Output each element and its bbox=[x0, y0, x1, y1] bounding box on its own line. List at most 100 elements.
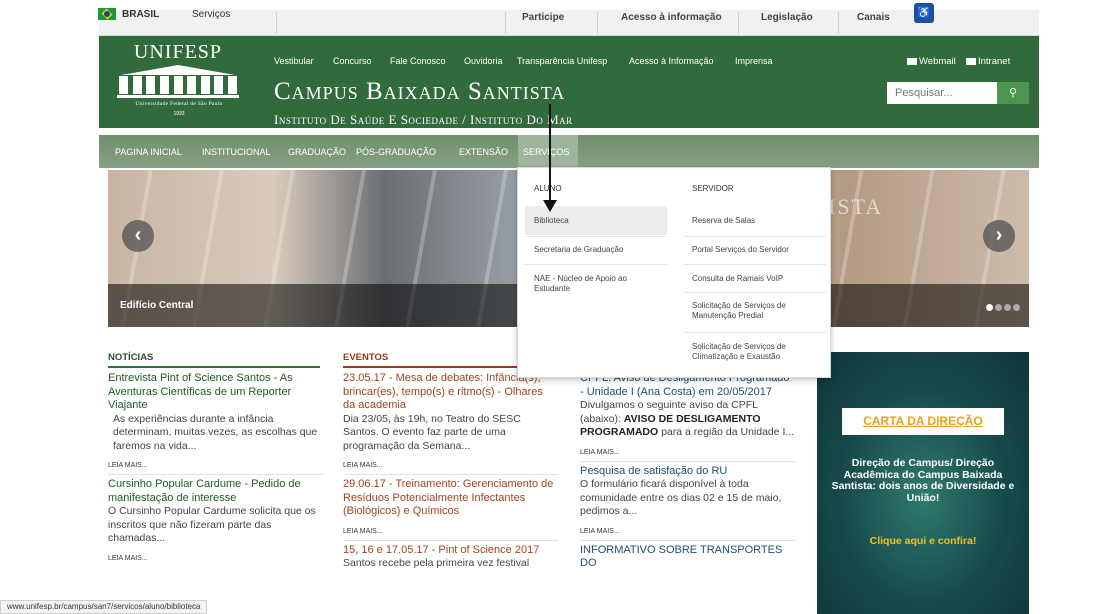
news-excerpt: O Cursinho Popular Cardume solicita que … bbox=[108, 505, 316, 544]
dropdown-item-portal-servidor[interactable]: Portal Serviços do Servidor bbox=[692, 245, 789, 255]
topnav-transparencia[interactable]: Transparência Unifesp bbox=[517, 56, 607, 66]
gov-brasil-link[interactable]: BRASIL bbox=[122, 9, 159, 20]
event-title[interactable]: 23.05.17 - Mesa de debates: Infância(s),… bbox=[343, 372, 558, 413]
intranet-label: Intranet bbox=[978, 56, 1011, 67]
annotation-arrow-head-icon bbox=[543, 200, 557, 212]
slider-dot[interactable] bbox=[986, 304, 993, 311]
read-more-link[interactable]: LEIA MAIS... bbox=[108, 555, 323, 567]
director-letter-button[interactable]: CARTA DA DIREÇÃO bbox=[842, 408, 1004, 435]
topnav-ouvidoria[interactable]: Ouvidoria bbox=[464, 56, 503, 66]
logo-wordmark[interactable]: UNIFESP bbox=[120, 41, 236, 64]
slider-dot[interactable] bbox=[1013, 304, 1020, 311]
logo-subtitle: Universidade Federal de São Paulo bbox=[135, 101, 223, 107]
search-button[interactable]: ⚲ bbox=[997, 82, 1029, 104]
annotation-arrow-line bbox=[549, 104, 551, 206]
logo-columns-icon bbox=[119, 76, 237, 94]
topnav-vestibular[interactable]: Vestibular bbox=[274, 56, 314, 66]
gov-link-legislacao[interactable]: Legislação bbox=[761, 12, 813, 23]
logo-roof-icon bbox=[121, 65, 235, 75]
gov-separator bbox=[505, 12, 506, 34]
read-more-link[interactable]: LEIA MAIS... bbox=[343, 462, 558, 475]
gov-link-participe[interactable]: Participe bbox=[522, 12, 564, 23]
director-letter-link[interactable]: Clique aqui e confira! bbox=[827, 535, 1019, 547]
menu-item-graduacao[interactable]: Graduação bbox=[288, 147, 346, 157]
gov-bar-inner bbox=[99, 10, 1039, 36]
menu-item-inicial[interactable]: Pagina Inicial bbox=[115, 147, 182, 157]
gov-separator bbox=[738, 12, 739, 34]
news-column: Entrevista Pint of Science Santos - As A… bbox=[108, 372, 323, 570]
topnav-imprensa[interactable]: Imprensa bbox=[735, 56, 773, 66]
menu-item-servicos[interactable]: Serviços bbox=[523, 147, 569, 157]
topnav-acesso-informacao[interactable]: Acesso à Informação bbox=[629, 56, 714, 66]
dropdown-item-climatizacao[interactable]: Solicitação de Serviços de Climatização … bbox=[692, 342, 827, 362]
dropdown-item-biblioteca[interactable]: Biblioteca bbox=[534, 216, 569, 226]
read-more-link[interactable]: LEIA MAIS... bbox=[580, 528, 795, 541]
dropdown-item-reserva-salas[interactable]: Reserva de Salas bbox=[692, 216, 755, 226]
dropdown-heading-aluno: Aluno bbox=[534, 184, 562, 193]
gov-services-link[interactable]: Serviços bbox=[192, 9, 230, 20]
dropdown-item-nae[interactable]: NAE - Núcleo de Apoio ao Estudante bbox=[534, 274, 644, 294]
dropdown-divider bbox=[684, 332, 826, 333]
slider-dots bbox=[986, 298, 1022, 316]
main-menu: Pagina Inicial Institucional Graduação P… bbox=[99, 135, 1039, 168]
dropdown-divider bbox=[684, 264, 826, 265]
event-title[interactable]: 29.06.17 - Treinamento: Gerenciamento de… bbox=[343, 478, 558, 519]
dropdown-divider bbox=[684, 292, 826, 293]
brazil-flag-icon[interactable] bbox=[98, 8, 116, 20]
dropdown-divider bbox=[684, 236, 826, 237]
event-title[interactable]: 15, 16 e 17.05.17 - Pint of Science 2017 bbox=[343, 544, 558, 558]
logo-base-icon bbox=[117, 95, 239, 98]
webmail-label: Webmail bbox=[919, 56, 956, 67]
dropdown-divider bbox=[525, 236, 667, 237]
director-letter-text: Direção de Campus/ Direção Acadêmica do … bbox=[831, 457, 1015, 504]
dropdown-item-ramais-voip[interactable]: Consulta de Ramais VoIP bbox=[692, 274, 783, 284]
info-title[interactable]: INFORMATIVO SOBRE TRANSPORTES DO bbox=[580, 544, 795, 571]
slider-dot[interactable] bbox=[995, 304, 1002, 311]
info-column: CPFL: Aviso de Desligamento Programado -… bbox=[580, 372, 795, 571]
webmail-link[interactable]: Webmail bbox=[907, 56, 956, 67]
menu-item-institucional[interactable]: Institucional bbox=[202, 147, 271, 157]
read-more-link[interactable]: LEIA MAIS... bbox=[580, 449, 795, 462]
info-title[interactable]: Pesquisa de satisfação do RU bbox=[580, 465, 795, 479]
search-input[interactable] bbox=[887, 82, 997, 104]
dropdown-item-secretaria[interactable]: Secretaria de Graduação bbox=[534, 245, 623, 255]
event-excerpt: Santos recebe pela primeira vez festival bbox=[343, 557, 530, 569]
news-title[interactable]: Entrevista Pint of Science Santos - As A… bbox=[108, 372, 323, 413]
slider-next-button[interactable]: › bbox=[983, 220, 1015, 252]
gov-separator bbox=[597, 12, 598, 34]
event-excerpt: Dia 23/05, às 19h, no Teatro do SESC San… bbox=[343, 412, 521, 452]
dropdown-item-manutencao[interactable]: Solicitação de Serviços de Manutenção Pr… bbox=[692, 301, 822, 321]
slider-building-lettering: ISTA bbox=[828, 194, 884, 219]
news-heading[interactable]: Notícias bbox=[108, 352, 320, 368]
news-excerpt: As experiências durante a infância deter… bbox=[113, 412, 318, 452]
grid-icon bbox=[966, 57, 976, 65]
search-icon: ⚲ bbox=[1008, 87, 1018, 99]
info-excerpt-b: para a região da Unidade I... bbox=[658, 426, 795, 438]
gov-link-acesso[interactable]: Acesso à informação bbox=[621, 12, 722, 23]
director-letter-banner[interactable]: CARTA DA DIREÇÃO Direção de Campus/ Dire… bbox=[817, 352, 1029, 614]
topnav-fale-conosco[interactable]: Fale Conosco bbox=[390, 56, 446, 66]
menu-item-extensao[interactable]: Extensão bbox=[459, 147, 508, 157]
slider-dot[interactable] bbox=[1004, 304, 1011, 311]
logo-year: 1933 bbox=[173, 111, 185, 117]
news-title[interactable]: Cursinho Popular Cardume - Pedido de man… bbox=[108, 478, 323, 505]
menu-item-pos-graduacao[interactable]: Pós-Graduação bbox=[356, 147, 436, 157]
info-excerpt: O formulário ficará disponível à toda co… bbox=[580, 478, 782, 517]
gov-bar: BRASIL Serviços Participe Acesso à infor… bbox=[0, 0, 1118, 36]
gov-separator bbox=[276, 12, 277, 34]
accessibility-icon[interactable]: ♿ bbox=[914, 3, 934, 23]
campus-title[interactable]: Campus Baixada Santista bbox=[274, 78, 565, 106]
topnav-concurso[interactable]: Concurso bbox=[333, 56, 372, 66]
mail-icon bbox=[907, 57, 917, 65]
gov-link-canais[interactable]: Canais bbox=[857, 12, 890, 23]
dropdown-divider bbox=[525, 264, 667, 265]
chevron-right-icon: › bbox=[995, 224, 1003, 246]
intranet-link[interactable]: Intranet bbox=[966, 56, 1010, 67]
site-header: UNIFESP Universidade Federal de São Paul… bbox=[99, 36, 1039, 128]
campus-subtitle: Instituto De Saúde E Sociedade / Institu… bbox=[274, 112, 573, 127]
read-more-link[interactable]: LEIA MAIS... bbox=[108, 462, 323, 475]
slider-prev-button[interactable]: ‹ bbox=[122, 220, 154, 252]
slider-caption[interactable]: Edifício Central bbox=[120, 300, 193, 311]
read-more-link[interactable]: LEIA MAIS... bbox=[343, 528, 558, 541]
gov-separator bbox=[838, 12, 839, 34]
